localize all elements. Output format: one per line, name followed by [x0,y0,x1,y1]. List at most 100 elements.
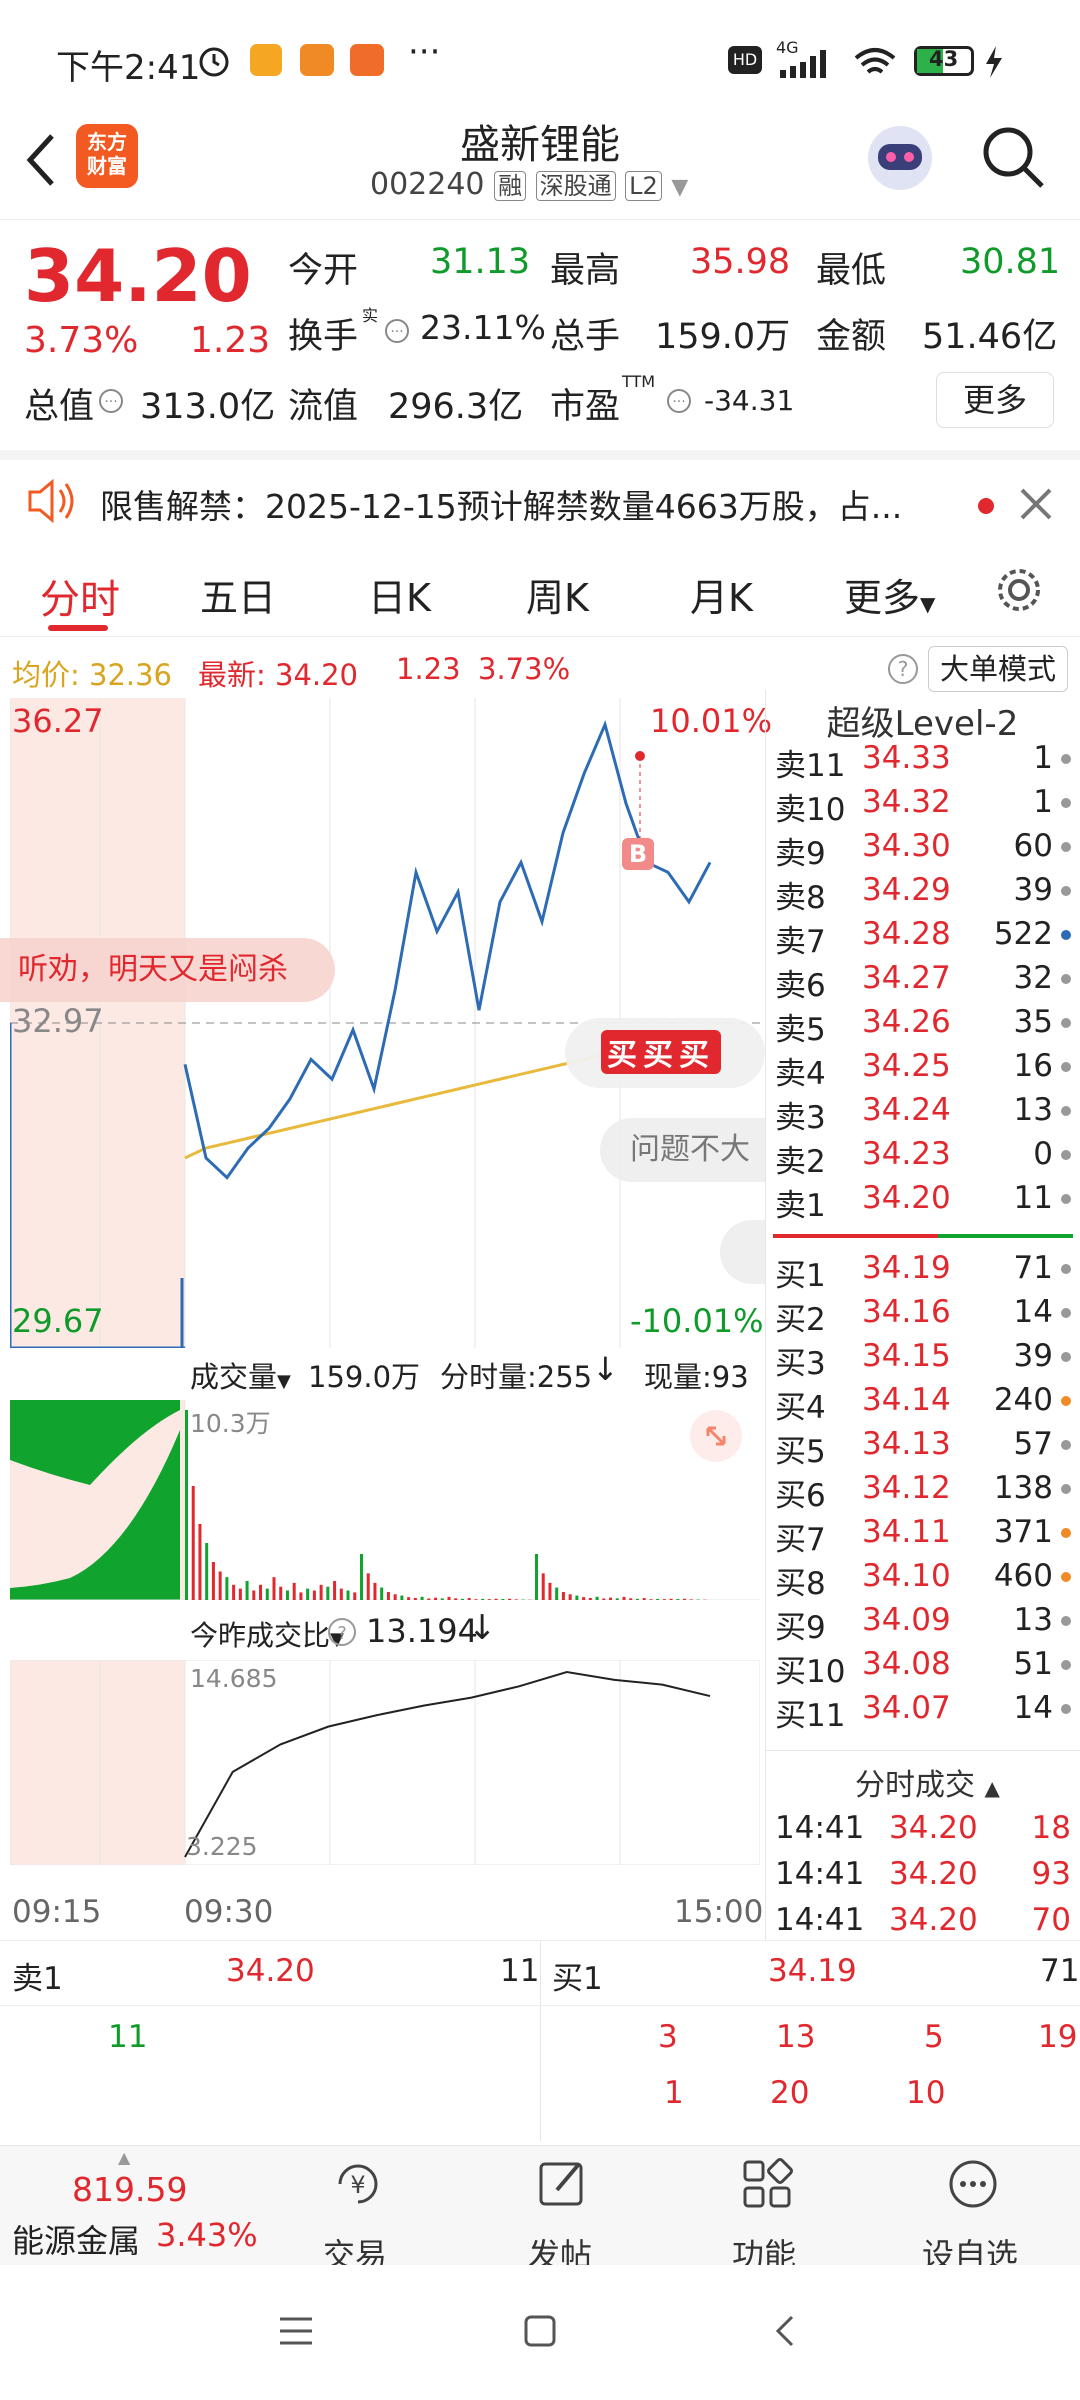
danmaku-bubble[interactable]: 买买买 [565,1018,765,1088]
order-level-label: 卖2 [775,1144,826,1180]
volume-bar [467,1598,471,1600]
stock-subline[interactable]: 002240 融 深股通 L2 ▼ [370,166,688,202]
sell-order-row[interactable]: 卖9 34.30 60 [769,826,1075,872]
active-tab-indicator [48,625,108,631]
order-dot-icon [1061,1440,1071,1450]
buy-order-row[interactable]: 买10 34.08 51 [769,1644,1075,1690]
badge-margin: 融 [494,171,527,201]
ratio-top-label: 14.685 [190,1664,278,1693]
sector-index[interactable]: ▲ 819.59 能源金属 3.43% [0,2146,270,2266]
info-icon[interactable]: ··· [666,388,692,414]
order-dot-icon [1061,974,1071,984]
y-axis-bottom: 29.67 [12,1302,104,1340]
order-volume: 35 [1013,1004,1053,1040]
volume-bar [279,1586,283,1600]
buy-order-row[interactable]: 买5 34.13 57 [769,1424,1075,1470]
time-label-start: 09:15 [12,1894,102,1930]
volume-bar [366,1573,370,1600]
order-dot-icon [1061,754,1071,764]
sell-order-row[interactable]: 卖10 34.32 1 [769,782,1075,828]
buy-order-row[interactable]: 买11 34.07 14 [769,1688,1075,1734]
tab-more[interactable]: 更多▼ [844,567,935,622]
buy-signal-marker[interactable]: B [622,838,654,870]
queue-buy-label: 买1 [552,1961,603,1997]
order-volume: 39 [1013,872,1053,908]
info-icon[interactable]: ··· [384,318,410,344]
search-icon[interactable] [978,122,1048,192]
volume-bar [292,1582,296,1600]
order-price: 34.25 [862,1048,951,1084]
buy-order-row[interactable]: 买2 34.16 14 [769,1292,1075,1338]
trade-volume: 18 [1031,1810,1071,1846]
volume-bar [232,1584,236,1600]
sell-order-row[interactable]: 卖5 34.26 35 [769,1002,1075,1048]
tab-daily-k[interactable]: 日K [368,567,431,622]
tab-weekly-k[interactable]: 周K [526,567,589,622]
buy-order-row[interactable]: 买1 34.19 71 [769,1248,1075,1294]
order-dot-icon [1061,886,1071,896]
volume-bar [568,1594,572,1600]
high-point-marker [635,751,645,761]
tab-5day[interactable]: 五日 [200,567,276,622]
tab-monthly-k[interactable]: 月K [690,567,753,622]
order-price: 34.08 [862,1646,951,1682]
field-pe-value: -34.31 [704,384,795,417]
robot-assistant-icon[interactable] [860,118,940,198]
sell-order-row[interactable]: 卖1 34.20 11 [769,1178,1075,1224]
big-order-mode-button[interactable]: 大单模式 [928,646,1068,692]
sell-order-row[interactable]: 卖4 34.25 16 [769,1046,1075,1092]
volume-chart[interactable] [10,1400,760,1600]
danmaku-comment[interactable]: 问题不大 [600,1118,765,1182]
current-volume: 现量:93 [644,1354,749,1396]
volume-bar [272,1577,276,1600]
sell-order-row[interactable]: 卖8 34.29 39 [769,870,1075,916]
danmaku-comment[interactable]: 听劝，明天又是闷杀 [0,938,335,1002]
settings-gear-icon[interactable] [992,563,1046,617]
help-icon[interactable]: ? [326,1616,358,1648]
volume-selector[interactable]: 成交量▼ [190,1354,291,1396]
trades-title[interactable]: 分时成交 ▲ [855,1760,1000,1804]
volume-bar [689,1599,693,1600]
buy-order-row[interactable]: 买9 34.09 13 [769,1600,1075,1646]
buy-order-row[interactable]: 买7 34.11 371 [769,1512,1075,1558]
volume-bar [555,1587,559,1600]
buy-order-row[interactable]: 买6 34.12 138 [769,1468,1075,1514]
buy-queue-item: 3 [658,2019,678,2055]
order-volume: 60 [1013,828,1053,864]
close-icon[interactable] [1018,486,1054,522]
ratio-chart[interactable] [10,1660,760,1865]
ratio-selector[interactable]: 今昨成交比▼ [190,1614,344,1654]
volume-bar [656,1598,660,1600]
svg-text:···: ··· [390,324,403,340]
order-dot-icon [1061,1616,1071,1626]
volume-bar [454,1598,458,1600]
sell-order-row[interactable]: 卖7 34.28 522 [769,914,1075,960]
chevron-down-icon: ▼ [920,592,936,616]
pct-axis-top: 10.01% [650,702,773,740]
volume-bar [662,1599,666,1600]
queue-buy-price: 34.19 [768,1953,857,1989]
sell-order-row[interactable]: 卖11 34.33 1 [769,738,1075,784]
menu-icon[interactable] [276,2311,316,2351]
buy-queue-item: 5 [924,2019,944,2055]
buy-order-row[interactable]: 买8 34.10 460 [769,1556,1075,1602]
more-button[interactable]: 更多 [936,372,1054,428]
queue-sell-price: 34.20 [226,1953,315,1989]
home-icon[interactable] [520,2311,560,2351]
trade-time: 14:41 [775,1902,865,1938]
sell-order-row[interactable]: 卖2 34.23 0 [769,1134,1075,1180]
volume-bar [635,1598,639,1600]
order-price: 34.28 [862,916,951,952]
back-icon[interactable] [766,2311,806,2351]
volume-bar [326,1586,330,1600]
trade-row: 14:41 34.20 18 [769,1808,1075,1852]
sell-order-row[interactable]: 卖3 34.24 13 [769,1090,1075,1136]
sell-order-row[interactable]: 卖6 34.27 32 [769,958,1075,1004]
expand-icon[interactable] [690,1410,742,1462]
help-icon[interactable]: ? [886,652,920,686]
notice-bar[interactable]: 限售解禁：2025-12-15预计解禁数量4663万股，占... [0,450,1080,542]
buy-order-row[interactable]: 买3 34.15 39 [769,1336,1075,1382]
buy-order-row[interactable]: 买4 34.14 240 [769,1380,1075,1426]
info-icon[interactable]: ··· [98,388,124,414]
tab-intraday[interactable]: 分时 [40,567,120,625]
